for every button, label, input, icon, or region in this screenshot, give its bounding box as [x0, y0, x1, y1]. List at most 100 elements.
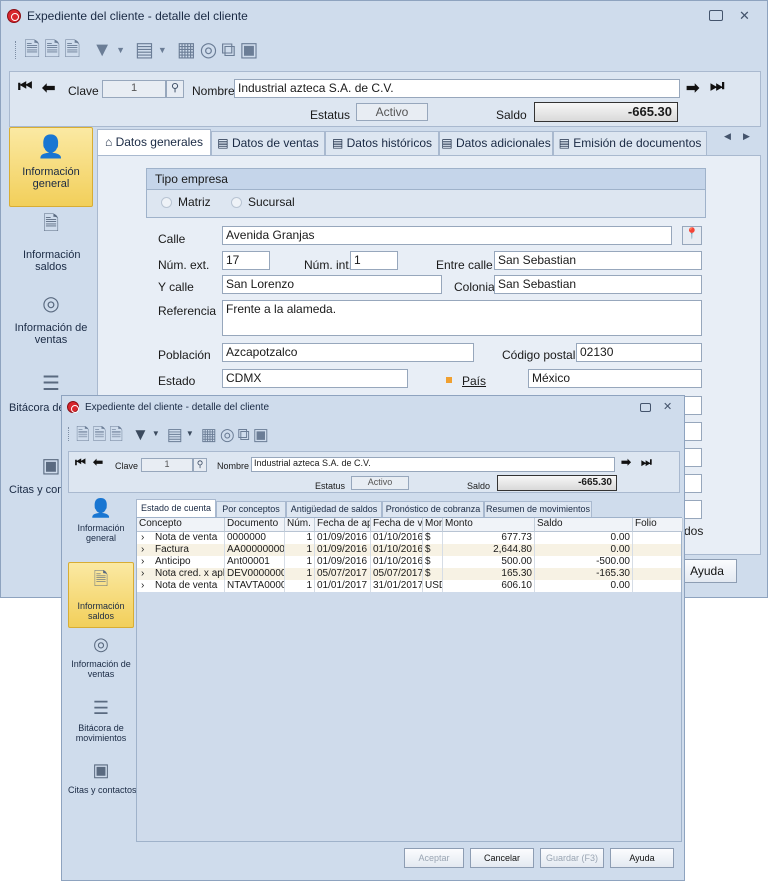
- sidebar-item-informacion-saldos[interactable]: 🗎 Información saldos: [9, 209, 93, 279]
- first-record-icon[interactable]: ⏮: [18, 78, 32, 96]
- table-row[interactable]: › FacturaAA0000000002101/09/201601/10/201…: [137, 544, 683, 556]
- table-row[interactable]: ›Nota cred. x apl.DEV00000000105/07/2017…: [137, 568, 683, 580]
- map-pin-icon[interactable]: 📍: [682, 226, 702, 245]
- contact-icon[interactable]: ▣: [253, 426, 269, 443]
- filter-icon[interactable]: ▼: [132, 426, 149, 443]
- chevron-down-icon[interactable]: ▼: [152, 430, 160, 438]
- sidebar-item-bitacora[interactable]: ☰ Bitácora de movimientos: [68, 698, 134, 754]
- restore-icon[interactable]: [709, 10, 723, 21]
- sidebar-item-citas[interactable]: ▣ Citas y contactos: [68, 760, 137, 810]
- tab-scroll-left-icon[interactable]: ◀: [724, 131, 731, 142]
- referencia-input[interactable]: Frente a la alameda.: [222, 300, 702, 336]
- contact-icon[interactable]: ▣: [239, 40, 258, 60]
- tab-datos-historicos[interactable]: ▤ Datos históricos: [325, 131, 439, 155]
- tab-antiguedad-saldos[interactable]: Antigüedad de saldos: [286, 501, 382, 517]
- sidebar-item-informacion-saldos[interactable]: 🗎 Información saldos: [68, 562, 134, 628]
- edit-document-icon[interactable]: 🗎: [93, 426, 107, 443]
- tab-datos-generales[interactable]: ⌂ Datos generales: [97, 129, 211, 155]
- guardar-button[interactable]: Guardar (F3): [540, 848, 604, 868]
- column-header-concepto[interactable]: Concepto: [137, 518, 225, 532]
- partial-field[interactable]: [684, 448, 702, 467]
- edit-document-icon[interactable]: 🗎: [44, 40, 60, 60]
- partial-field[interactable]: [684, 500, 702, 519]
- column-header-moneda[interactable]: Mor: [423, 518, 443, 532]
- first-record-icon[interactable]: ⏮: [75, 455, 86, 470]
- close-icon[interactable]: ✕: [739, 8, 750, 24]
- sidebar-item-informacion-ventas[interactable]: ◎ Información de ventas: [9, 291, 93, 361]
- expand-row-icon[interactable]: ›: [139, 544, 149, 556]
- column-header-fecha-ve[interactable]: Fecha de ve: [371, 518, 423, 532]
- partial-field[interactable]: [684, 422, 702, 441]
- nombre-input[interactable]: Industrial azteca S.A. de C.V.: [251, 457, 615, 472]
- column-header-folio[interactable]: Folio: [633, 518, 683, 532]
- poblacion-input[interactable]: Azcapotzalco: [222, 343, 474, 362]
- num-ext-input[interactable]: 17: [222, 251, 270, 270]
- sidebar-item-informacion-general[interactable]: 👤 Información general: [68, 494, 134, 554]
- delete-document-icon[interactable]: 🗎: [109, 426, 123, 443]
- back-ayuda-button[interactable]: Ayuda: [677, 559, 737, 583]
- table-row[interactable]: › Nota de ventaNTAVTA00000101/01/201731/0…: [137, 580, 683, 592]
- last-record-icon[interactable]: ⏭: [710, 78, 724, 96]
- next-record-icon[interactable]: ➡: [621, 455, 631, 469]
- expand-row-icon[interactable]: ›: [139, 568, 149, 580]
- entre-calle-input[interactable]: San Sebastian: [494, 251, 702, 270]
- expand-row-icon[interactable]: ›: [139, 580, 149, 592]
- prev-record-icon[interactable]: ⬅: [42, 78, 55, 98]
- delete-document-icon[interactable]: 🗎: [64, 40, 80, 60]
- restore-icon[interactable]: [640, 403, 651, 412]
- pais-input[interactable]: México: [528, 369, 702, 388]
- cp-input[interactable]: 02130: [576, 343, 702, 362]
- tab-resumen-movimientos[interactable]: Resumen de movimientos: [484, 501, 592, 517]
- chevron-down-icon[interactable]: ▼: [116, 45, 125, 55]
- clave-input[interactable]: 1: [141, 458, 193, 472]
- column-header-monto[interactable]: Monto: [443, 518, 535, 532]
- search-icon[interactable]: ⚲: [193, 458, 207, 472]
- coins-icon[interactable]: ◎: [200, 40, 217, 60]
- ayuda-button[interactable]: Ayuda: [610, 848, 674, 868]
- sidebar-item-informacion-ventas[interactable]: ◎ Información de ventas: [68, 634, 134, 690]
- tab-estado-cuenta[interactable]: Estado de cuenta: [136, 499, 216, 517]
- estado-input[interactable]: CDMX: [222, 369, 408, 388]
- last-record-icon[interactable]: ⏭: [641, 455, 652, 470]
- sucursal-radio[interactable]: Sucursal: [231, 195, 295, 209]
- tab-datos-ventas[interactable]: ▤ Datos de ventas: [211, 131, 325, 155]
- column-header-saldo[interactable]: Saldo: [535, 518, 633, 532]
- cancelar-button[interactable]: Cancelar: [470, 848, 534, 868]
- payment-icon[interactable]: ▤: [135, 40, 154, 60]
- filter-icon[interactable]: ▼: [92, 40, 112, 60]
- column-header-documento[interactable]: Documento: [225, 518, 285, 532]
- y-calle-input[interactable]: San Lorenzo: [222, 275, 442, 294]
- calculator-icon[interactable]: ▦: [201, 426, 217, 443]
- matriz-radio[interactable]: Matriz: [161, 195, 211, 209]
- attachment-icon[interactable]: ⧉: [238, 426, 250, 443]
- expand-row-icon[interactable]: ›: [139, 556, 149, 568]
- column-header-num[interactable]: Núm. c: [285, 518, 315, 532]
- new-document-icon[interactable]: 🗎: [76, 426, 90, 443]
- tab-datos-adicionales[interactable]: ▤ Datos adicionales: [439, 131, 553, 155]
- attachment-icon[interactable]: ⧉: [221, 40, 235, 60]
- colonia-input[interactable]: San Sebastian: [494, 275, 702, 294]
- chevron-down-icon[interactable]: ▼: [186, 430, 194, 438]
- clave-input[interactable]: 1: [102, 80, 166, 98]
- search-icon[interactable]: ⚲: [166, 80, 184, 98]
- calle-input[interactable]: Avenida Granjas: [222, 226, 672, 245]
- table-row[interactable]: › Anticipo Ant00001 1 01/09/2016 01/10/2016 $5…: [137, 556, 683, 568]
- sidebar-item-informacion-general[interactable]: 👤 Información general: [9, 127, 93, 207]
- chevron-down-icon[interactable]: ▼: [158, 45, 167, 55]
- tab-pronostico-cobranza[interactable]: Pronóstico de cobranza: [382, 501, 484, 517]
- calculator-icon[interactable]: ▦: [177, 40, 196, 60]
- prev-record-icon[interactable]: ⬅: [93, 455, 103, 469]
- coins-icon[interactable]: ◎: [220, 426, 235, 443]
- tab-emision-documentos[interactable]: ▤ Emisión de documentos: [553, 131, 707, 155]
- tab-scroll-right-icon[interactable]: ▶: [743, 131, 750, 142]
- table-row[interactable]: › Nota de venta 0000000 1 01/09/2016 01/10/20…: [137, 532, 683, 544]
- expand-row-icon[interactable]: ›: [139, 532, 149, 544]
- num-int-input[interactable]: 1: [350, 251, 398, 270]
- nombre-input[interactable]: Industrial azteca S.A. de C.V.: [234, 79, 680, 98]
- tab-por-conceptos[interactable]: Por conceptos: [216, 501, 286, 517]
- partial-field[interactable]: [684, 396, 702, 415]
- next-record-icon[interactable]: ➡: [686, 78, 699, 98]
- payment-icon[interactable]: ▤: [167, 426, 183, 443]
- partial-field[interactable]: [684, 474, 702, 493]
- new-document-icon[interactable]: 🗎: [24, 40, 40, 60]
